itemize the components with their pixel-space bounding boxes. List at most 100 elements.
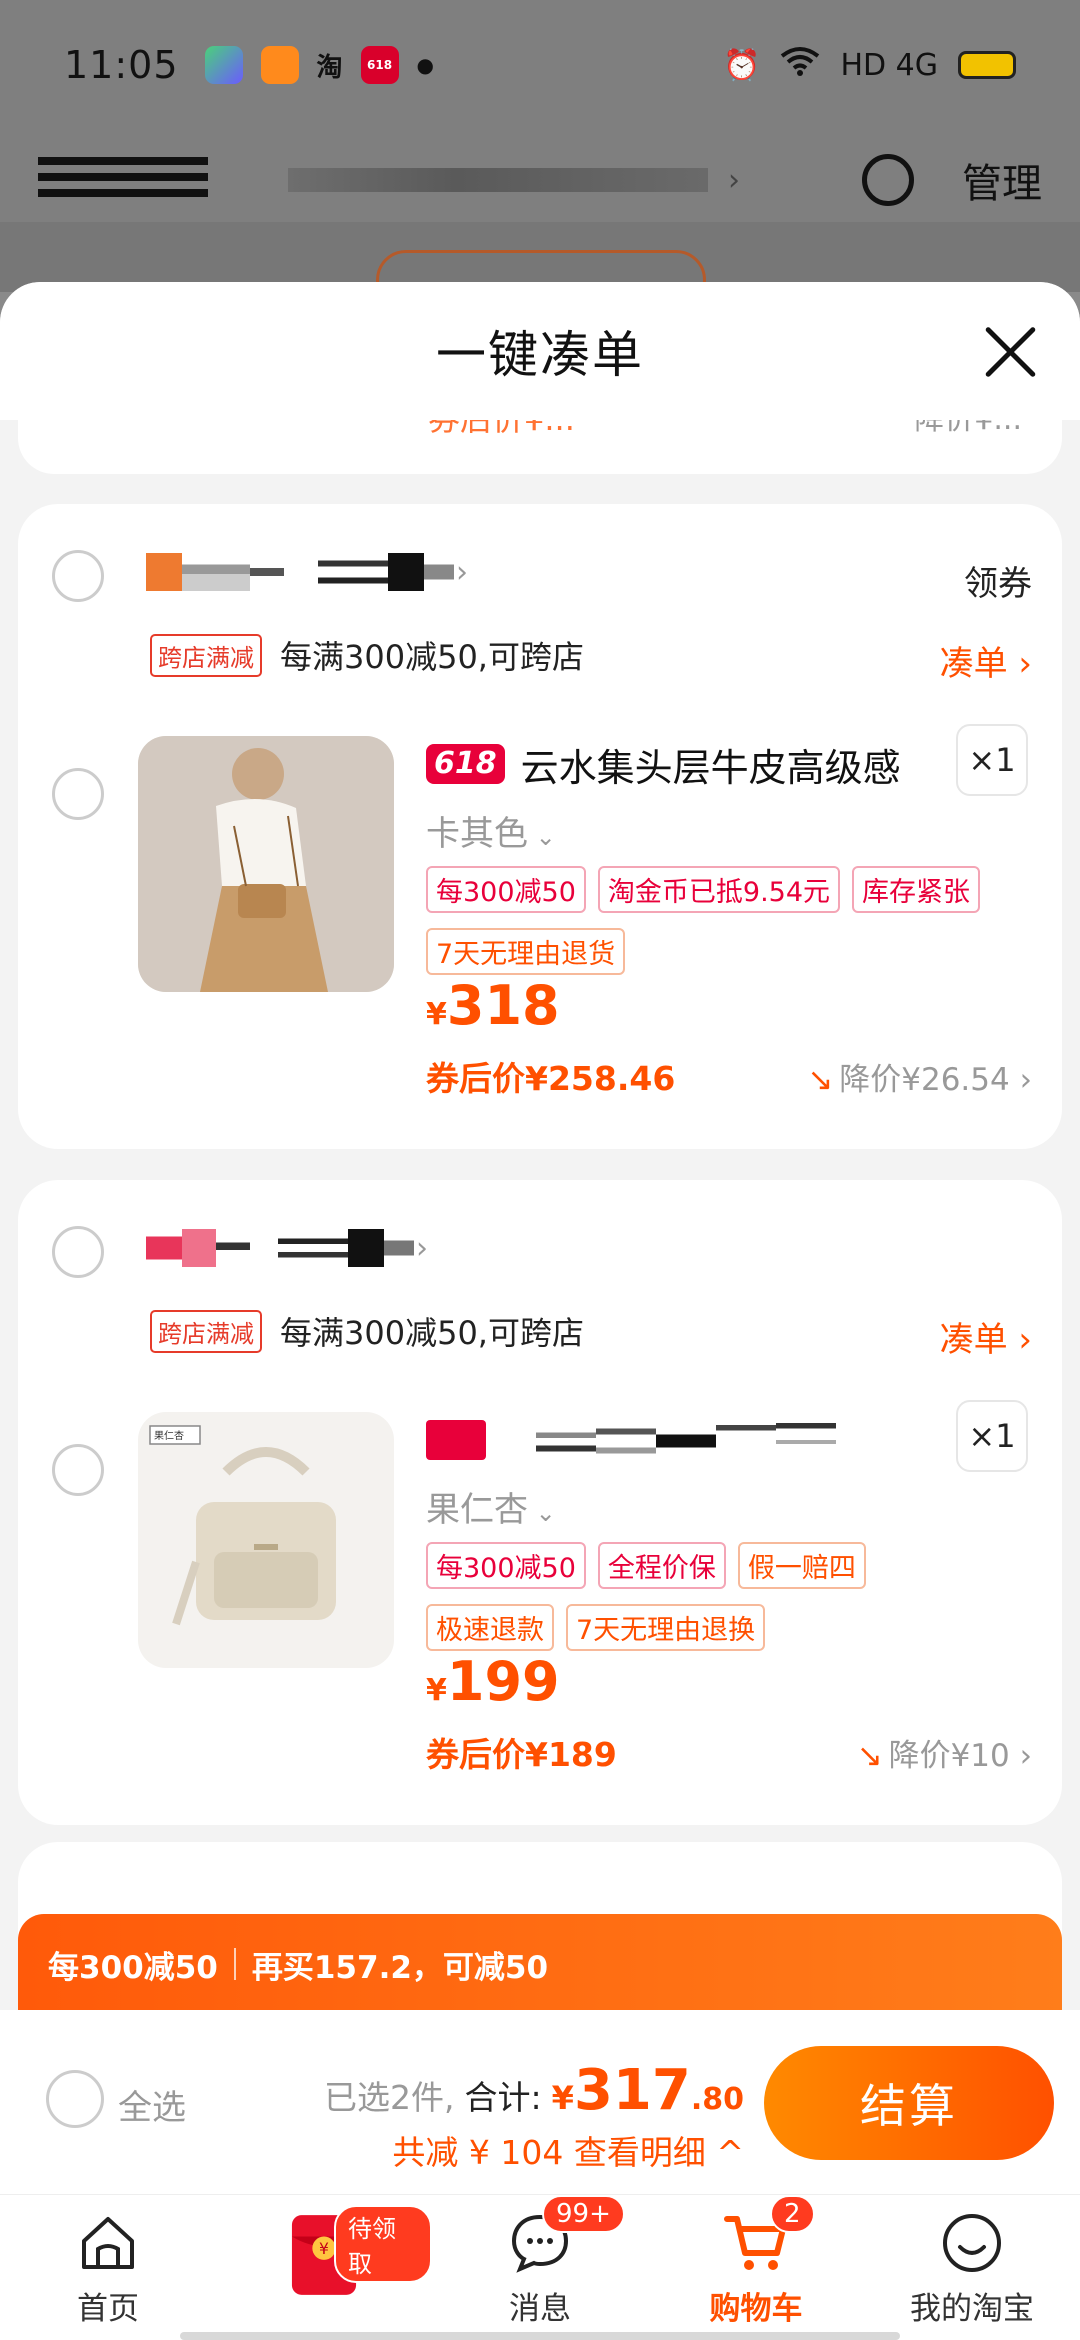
- search-icon: [862, 154, 914, 206]
- shop-select-radio[interactable]: [52, 550, 104, 602]
- shop-select-radio[interactable]: [52, 1226, 104, 1278]
- coin-tag: 淘金币已抵9.54元: [597, 866, 841, 913]
- quantity-stepper[interactable]: ×1: [956, 724, 1028, 796]
- alarm-icon: ⏰: [723, 47, 761, 83]
- blurred-badge: [426, 1420, 486, 1460]
- tab-label: 我的淘宝: [910, 2291, 1034, 2327]
- shop-card: › 领券 跨店满减 每满300减50,可跨店 凑单 › 618 云水集头层牛皮高…: [18, 504, 1062, 1149]
- battery-icon: [958, 51, 1016, 79]
- promo-tag: 每300减50: [426, 1542, 586, 1589]
- blurred-logo: [38, 157, 208, 203]
- divider: [233, 1948, 236, 1980]
- bottom-tab-bar: 首页 ¥ 待领取 消息 99+ 购物车 2 我的淘宝: [0, 2194, 1080, 2340]
- savings-detail-link[interactable]: 共减 ¥ 104 查看明细 ^: [392, 2126, 744, 2174]
- item-select-radio[interactable]: [52, 768, 104, 820]
- taobao-app-icon: 淘: [316, 52, 343, 83]
- status-bar: 11:05 淘 618 ● ⏰ HD 4G: [0, 0, 1080, 130]
- squirrel-app-icon: [260, 46, 299, 84]
- iqiyi-app-icon: [204, 46, 243, 84]
- total-amount: ¥317.80: [551, 2058, 744, 2123]
- tag-row: 每300减50 淘金币已抵9.54元 库存紧张: [426, 866, 981, 913]
- product-image[interactable]: [138, 736, 394, 992]
- status-time: 11:05: [64, 43, 179, 87]
- total-line: 已选2件, 合计: ¥317.80: [324, 2058, 744, 2123]
- product-image[interactable]: 果仁杏: [138, 1412, 394, 1668]
- select-all-label[interactable]: 全选: [118, 2080, 186, 2129]
- network-type: HD 4G: [840, 47, 938, 83]
- promo-hint: 再买157.2，可减50: [251, 1949, 549, 1986]
- tab-badge: 2: [770, 2195, 815, 2233]
- tab-red-packet[interactable]: ¥ 待领取: [216, 2195, 432, 2340]
- total-label: 合计:: [464, 2078, 542, 2117]
- return-tag: 7天无理由退换: [566, 1604, 766, 1651]
- tag-row: 7天无理由退货: [426, 928, 626, 975]
- authentic-tag: 假一赔四: [737, 1542, 866, 1589]
- shop-name[interactable]: ›: [146, 1228, 428, 1268]
- product-title-row[interactable]: 618 云水集头层牛皮高级感: [426, 736, 946, 792]
- arrow-down-right-icon: ↘: [807, 1062, 834, 1098]
- after-coupon-price: 券后价¥258.46: [426, 1059, 676, 1098]
- coudan-link[interactable]: 凑单 ›: [940, 636, 1032, 685]
- selected-count: 已选2件,: [324, 2078, 455, 2117]
- sku-selector[interactable]: 卡其色: [426, 806, 556, 855]
- price-drop-link[interactable]: ↘ 降价¥26.54 ›: [807, 1054, 1032, 1099]
- tab-badge: 99+: [542, 2195, 625, 2233]
- wifi-icon: [780, 46, 820, 84]
- product-price: ¥318: [426, 974, 560, 1037]
- chevron-right-icon: ›: [456, 554, 468, 590]
- product-title: 云水集头层牛皮高级感: [520, 745, 901, 790]
- stock-tag: 库存紧张: [852, 866, 981, 913]
- status-app-icons: 淘 618 ●: [204, 46, 434, 84]
- 618-badge: 618: [426, 744, 505, 784]
- promo-row: 跨店满减 每满300减50,可跨店: [150, 1308, 584, 1354]
- select-all-radio[interactable]: [46, 2070, 104, 2128]
- tab-home[interactable]: 首页: [0, 2195, 216, 2340]
- promo-text: 每满300减50,可跨店: [280, 1314, 584, 1352]
- promo-text: 每满300减50,可跨店: [280, 638, 584, 676]
- close-icon[interactable]: [982, 324, 1038, 380]
- manage-button: 管理: [962, 161, 1042, 207]
- background-header: › 管理: [38, 140, 1042, 220]
- price-protect-tag: 全程价保: [597, 1542, 726, 1589]
- checkout-button[interactable]: 结算: [764, 2046, 1054, 2160]
- return-tag: 7天无理由退货: [426, 928, 626, 975]
- bundle-promo-banner: 每300减50 再买157.2，可减50: [18, 1914, 1062, 2014]
- price-drop-link[interactable]: ↘ 降价¥10 ›: [857, 1730, 1032, 1775]
- sheet-title: 一键凑单: [436, 326, 644, 384]
- chevron-right-icon: ›: [416, 1230, 428, 1266]
- tab-label: 消息: [509, 2291, 571, 2327]
- checkout-bar: 全选 已选2件, 合计: ¥317.80 共减 ¥ 104 查看明细 ^ 结算: [0, 2010, 1080, 2194]
- tag-row: 极速退款 7天无理由退换: [426, 1604, 766, 1651]
- tab-cart[interactable]: 购物车 2: [648, 2195, 864, 2340]
- shop-card: › 跨店满减 每满300减50,可跨店 凑单 › 果仁杏 ×1 果仁杏 ⌄ 每3…: [18, 1180, 1062, 1825]
- 618-app-icon: 618: [360, 46, 399, 84]
- blurred-address: [288, 168, 708, 192]
- tab-badge: 待领取: [334, 2205, 432, 2283]
- shop-name[interactable]: ›: [146, 552, 468, 592]
- product-price: ¥199: [426, 1650, 560, 1713]
- tab-label: 购物车: [709, 2291, 803, 2327]
- home-indicator: [180, 2332, 900, 2340]
- image-label: 果仁杏: [154, 1431, 184, 1442]
- coudan-link[interactable]: 凑单 ›: [940, 1312, 1032, 1361]
- status-indicators: ⏰ HD 4G: [723, 46, 1016, 84]
- more-dot-icon: ●: [416, 53, 434, 77]
- promo-tag: 跨店满减: [150, 633, 262, 677]
- refund-tag: 极速退款: [426, 1604, 554, 1651]
- svg-text:¥: ¥: [319, 2240, 329, 2258]
- promo-tag: 跨店满减: [150, 1309, 262, 1353]
- tag-row: 每300减50 全程价保 假一赔四: [426, 1542, 866, 1589]
- tab-messages[interactable]: 消息 99+: [432, 2195, 648, 2340]
- quantity-stepper[interactable]: ×1: [956, 1400, 1028, 1472]
- sheet-header: 一键凑单: [0, 282, 1080, 420]
- promo-row: 跨店满减 每满300减50,可跨店: [150, 632, 584, 678]
- get-coupon-link[interactable]: 领券: [964, 556, 1032, 605]
- sku-selector[interactable]: 果仁杏: [426, 1482, 556, 1531]
- home-icon: [74, 2209, 142, 2277]
- profile-icon: [938, 2209, 1006, 2277]
- after-coupon-price: 券后价¥189: [426, 1735, 617, 1774]
- tab-label: 首页: [77, 2291, 139, 2327]
- product-title-row[interactable]: [426, 1412, 946, 1468]
- item-select-radio[interactable]: [52, 1444, 104, 1496]
- tab-profile[interactable]: 我的淘宝: [864, 2195, 1080, 2340]
